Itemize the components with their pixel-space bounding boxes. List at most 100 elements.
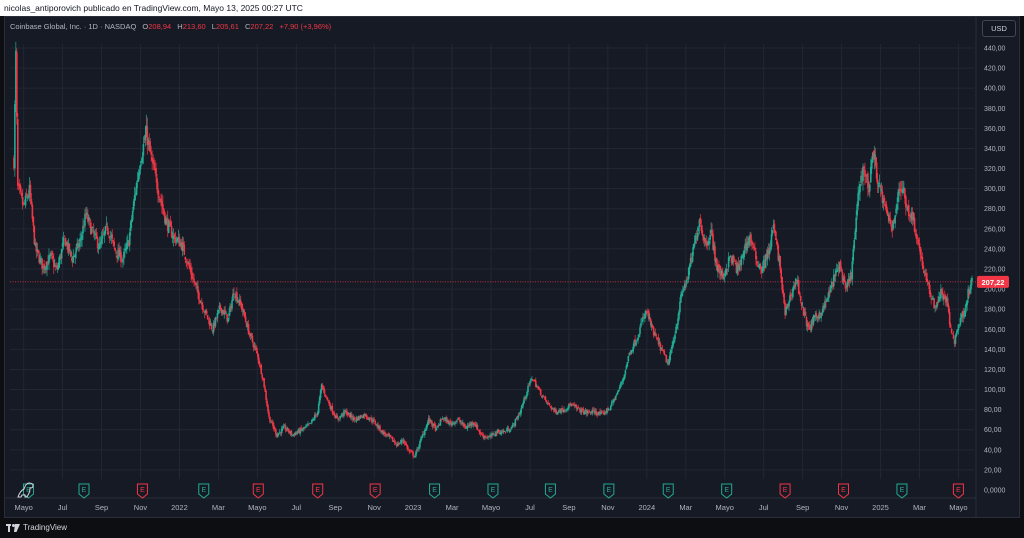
candle-body — [198, 292, 200, 301]
candle-body — [954, 335, 957, 344]
candle-body — [69, 250, 72, 252]
earnings-marker[interactable]: E — [78, 483, 90, 499]
candle-body — [609, 406, 612, 410]
candle-body — [830, 285, 832, 293]
earnings-marker-label: E — [432, 487, 437, 494]
x-tick-label: Nov — [368, 503, 382, 512]
candle-body — [197, 285, 199, 294]
x-tick-label: Mar — [212, 503, 225, 512]
candle-body — [876, 179, 879, 185]
candle-body — [156, 178, 158, 189]
x-tick-label: Sep — [329, 503, 342, 512]
earnings-marker-label: E — [82, 487, 87, 494]
price-chart[interactable]: 0,0000 20,00 40,00 60,00 80,00 100,00 120,00 14… — [0, 0, 1024, 538]
currency-button[interactable]: USD — [982, 20, 1016, 37]
candle-body — [178, 237, 181, 247]
candle-body — [267, 405, 269, 412]
earnings-marker[interactable]: E — [252, 483, 264, 499]
candle-body — [663, 350, 666, 355]
candle-body — [855, 217, 857, 232]
candle-body — [867, 173, 869, 189]
candle-body — [839, 261, 842, 268]
candle-body — [743, 249, 745, 258]
candle-body — [586, 411, 589, 414]
candle-body — [877, 184, 880, 187]
earnings-marker[interactable]: E — [312, 483, 324, 499]
y-tick-label: 40,00 — [984, 447, 1002, 454]
x-tick-label: Nov — [134, 503, 148, 512]
candle-body — [435, 427, 438, 431]
candle-body — [153, 161, 155, 170]
candle-body — [699, 217, 702, 225]
candle-body — [520, 408, 523, 413]
earnings-marker[interactable]: E — [662, 483, 674, 499]
candle-body — [528, 385, 530, 386]
candle-body — [25, 193, 28, 197]
earnings-marker[interactable]: E — [369, 483, 381, 499]
candle-body — [415, 451, 417, 456]
candle-body — [726, 268, 729, 270]
symbol-title[interactable]: Coinbase Global, Inc. · 1D · NASDAQ — [10, 22, 136, 31]
candle-body — [70, 252, 73, 257]
candle-body — [313, 415, 316, 420]
candle-body — [729, 256, 732, 258]
candle-body — [922, 265, 925, 269]
candle-body — [770, 234, 773, 247]
candle-body — [493, 433, 495, 436]
candle-body — [969, 289, 971, 294]
earnings-marker[interactable]: E — [487, 483, 499, 499]
candle-body — [960, 318, 963, 319]
candle-body — [24, 195, 27, 206]
candle-body — [587, 410, 590, 412]
earnings-marker[interactable]: E — [136, 483, 148, 499]
earnings-marker[interactable]: E — [721, 483, 733, 499]
candle-body — [539, 389, 542, 396]
candle-body — [120, 251, 122, 263]
earnings-marker[interactable]: E — [198, 483, 210, 499]
candle-body — [588, 411, 591, 413]
candle-body — [48, 255, 50, 264]
earnings-marker[interactable]: E — [779, 483, 791, 499]
earnings-marker[interactable]: E — [429, 483, 441, 499]
earnings-marker-label: E — [140, 487, 145, 494]
candle-body — [783, 293, 785, 304]
earnings-marker[interactable]: E — [603, 483, 615, 499]
candle-body — [733, 261, 736, 262]
change-value: +7,90 (+3,96%) — [279, 22, 332, 31]
candle-body — [225, 312, 227, 314]
candle-body — [638, 334, 640, 338]
candle-body — [252, 343, 255, 348]
candle-body — [241, 307, 244, 312]
candle-body — [536, 386, 539, 388]
candle-body — [678, 311, 680, 320]
candle-body — [91, 227, 94, 229]
earnings-marker[interactable]: E — [896, 483, 908, 499]
candle-body — [269, 416, 271, 423]
candle-body — [905, 196, 907, 208]
candle-body — [768, 249, 771, 255]
candle-body — [955, 332, 958, 337]
candle-body — [576, 408, 579, 409]
candle-body — [669, 352, 671, 361]
candle-body — [138, 170, 141, 176]
candle-body — [16, 119, 19, 186]
candle-body — [343, 410, 345, 416]
candle-body — [687, 267, 690, 280]
candle-body — [451, 422, 453, 426]
open-value: 208,94 — [148, 22, 172, 31]
earnings-marker[interactable]: E — [544, 483, 556, 499]
candle-body — [709, 235, 711, 240]
candle-body — [676, 324, 678, 329]
tradingview-logo[interactable]: TradingView — [6, 523, 67, 532]
candle-body — [263, 378, 265, 388]
candle-body — [617, 389, 620, 392]
earnings-marker[interactable]: E — [838, 483, 850, 499]
candle-body — [556, 413, 559, 415]
candle-body — [219, 305, 222, 309]
candle-body — [929, 290, 931, 298]
x-tick-label: Nov — [601, 503, 615, 512]
earnings-marker[interactable]: E — [952, 483, 964, 499]
x-tick-label: 2024 — [638, 503, 655, 512]
x-tick-label: Jul — [291, 503, 301, 512]
candle-body — [337, 418, 339, 420]
